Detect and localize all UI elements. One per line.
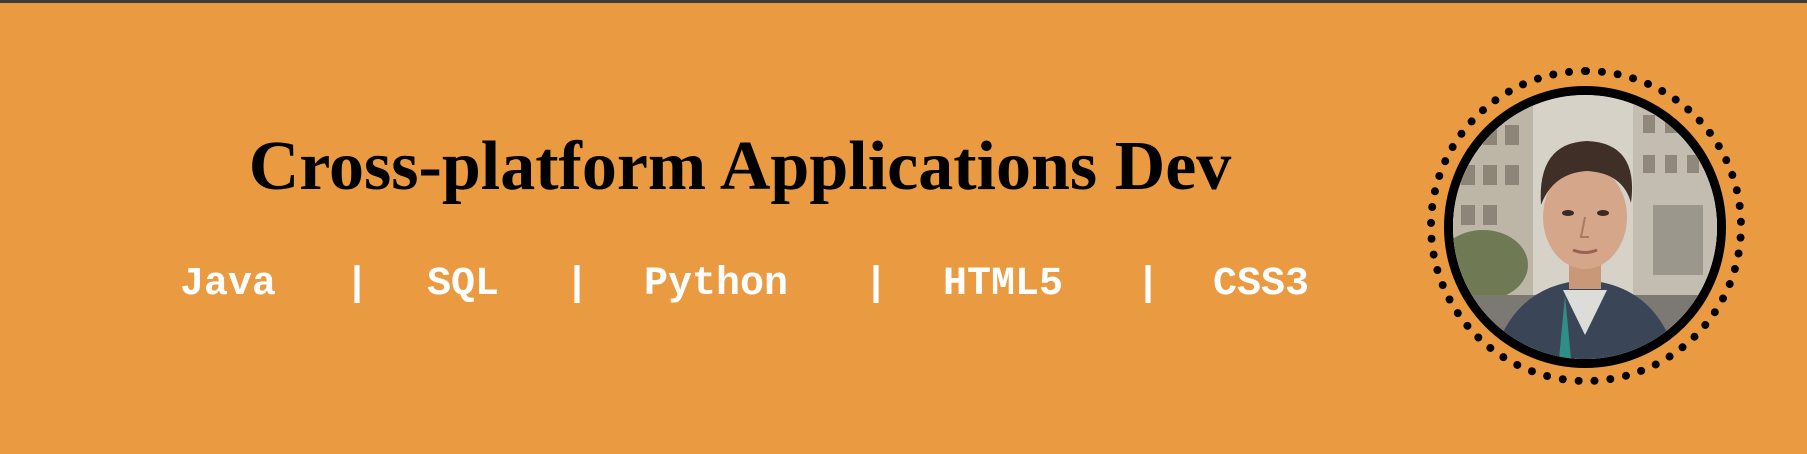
- skill-item: Java: [180, 262, 277, 307]
- skill-separator: |: [864, 262, 889, 307]
- skill-separator: |: [345, 262, 370, 307]
- skill-separator: |: [1136, 262, 1161, 307]
- banner: Cross-platform Applications Dev Java | S…: [0, 0, 1807, 454]
- skill-item: CSS3: [1213, 262, 1310, 307]
- skill-item: SQL: [427, 262, 500, 307]
- portrait-photo: [1453, 95, 1717, 359]
- avatar: [1444, 86, 1726, 368]
- skill-item: HTML5: [943, 262, 1064, 307]
- skill-item: Python: [644, 262, 789, 307]
- top-border: [0, 0, 1807, 3]
- skill-separator: |: [565, 262, 590, 307]
- page-title: Cross-platform Applications Dev: [248, 128, 1232, 205]
